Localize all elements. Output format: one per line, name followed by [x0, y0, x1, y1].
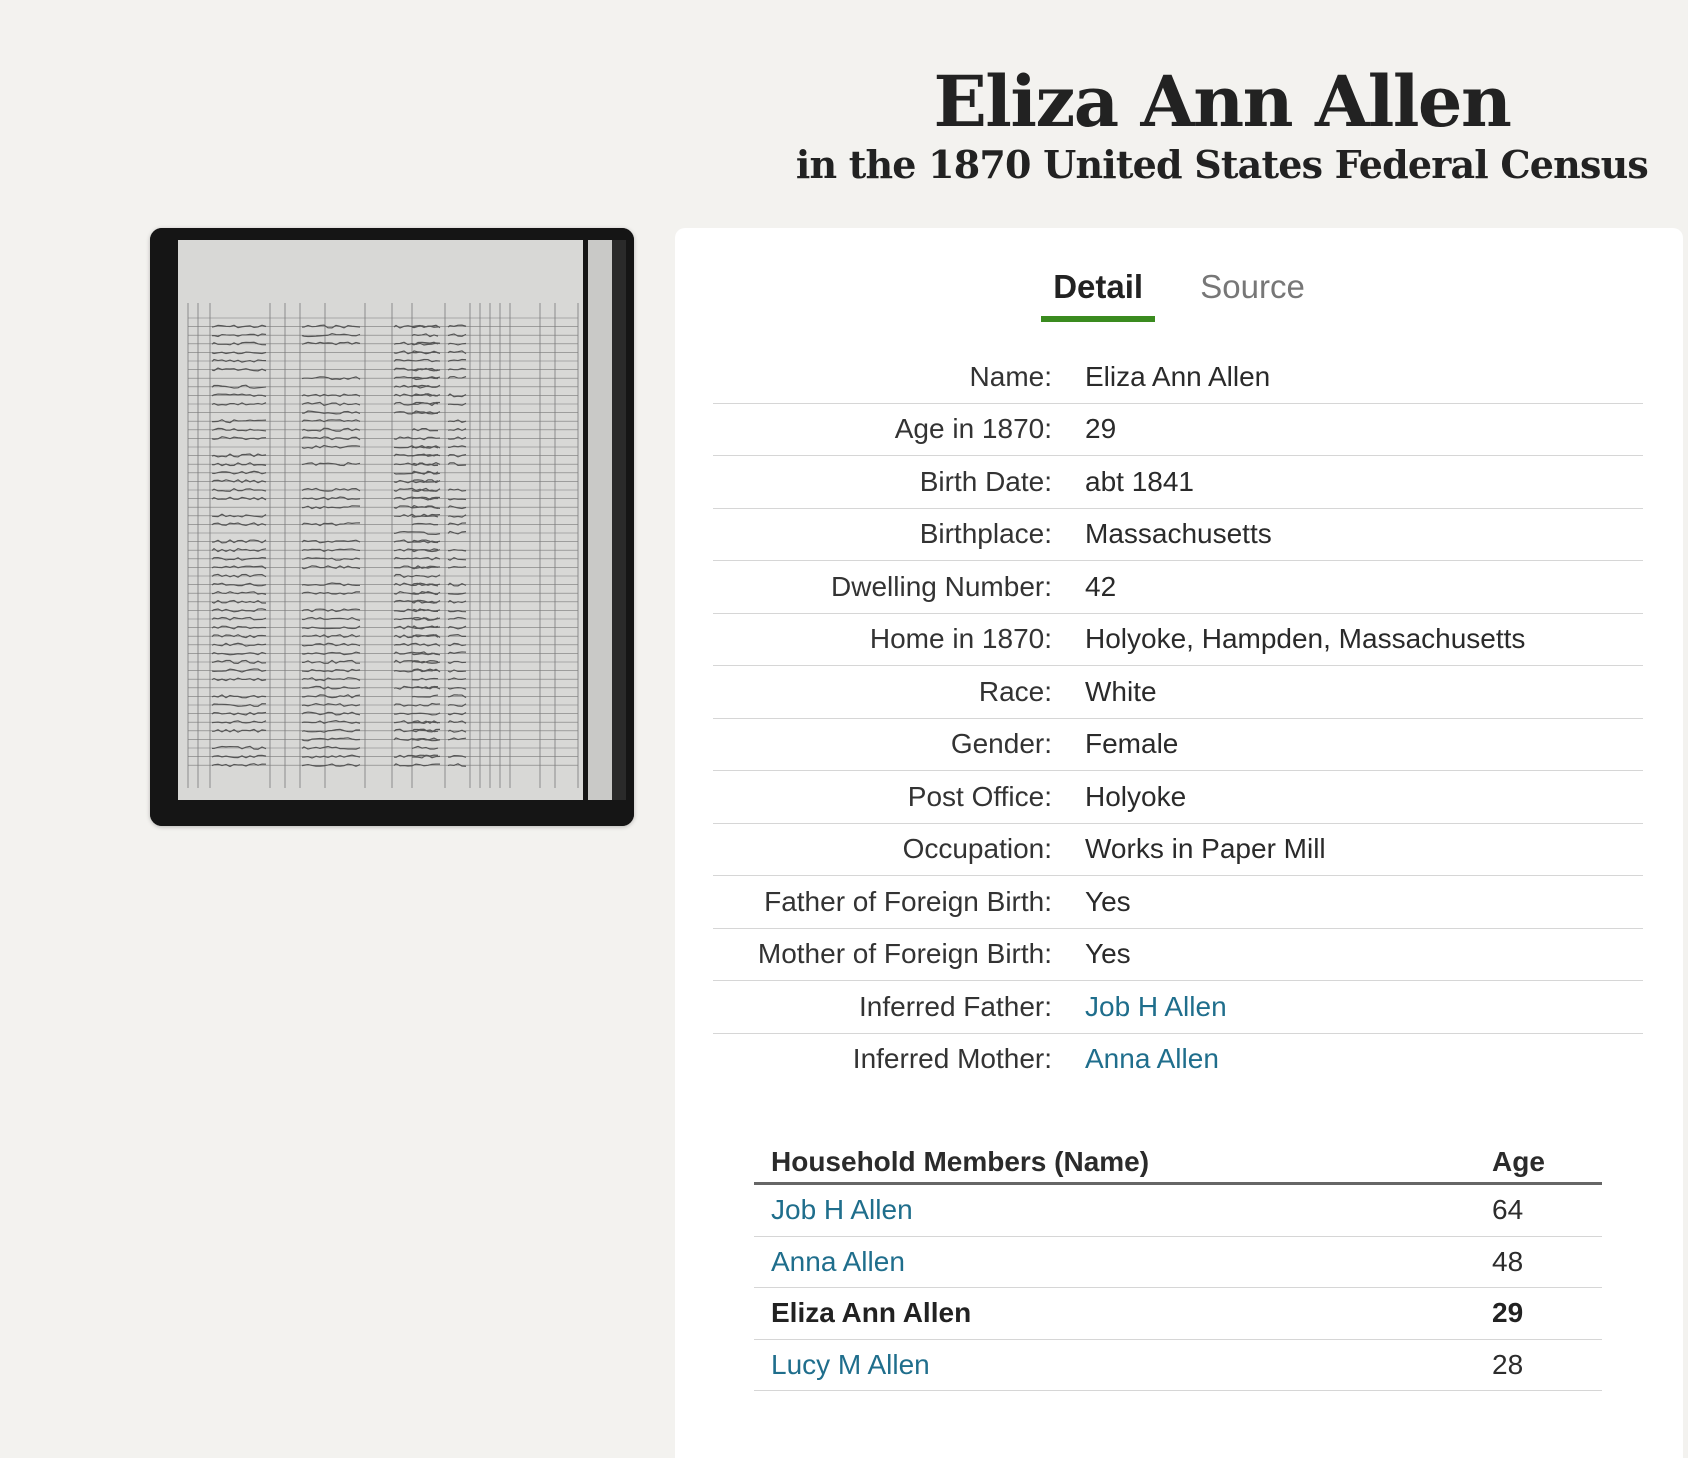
detail-value-cell: Anna Allen — [1085, 1033, 1643, 1085]
detail-value-cell: Job H Allen — [1085, 980, 1643, 1034]
household-row: Job H Allen 64 — [754, 1183, 1602, 1237]
detail-row: Home in 1870: Holyoke, Hampden, Massachus… — [713, 613, 1643, 666]
detail-row: Birthplace: Massachusetts — [713, 508, 1643, 561]
record-detail-panel: Detail Source Name: Eliza Ann Allen Age in… — [675, 228, 1683, 1458]
household-row: Anna Allen 48 — [754, 1236, 1602, 1288]
detail-label: Inferred Father: — [713, 980, 1085, 1034]
detail-row: Dwelling Number: 42 — [713, 560, 1643, 614]
household-row: Lucy M Allen 28 — [754, 1339, 1602, 1391]
household-member-age: 64 — [1475, 1183, 1602, 1237]
detail-row: Race: White — [713, 665, 1643, 719]
tab-bar: Detail Source — [675, 268, 1683, 322]
household-member-age: 48 — [1475, 1236, 1602, 1288]
detail-value: Yes — [1085, 875, 1643, 929]
detail-table: Name: Eliza Ann Allen Age in 1870: 29 Birth … — [713, 351, 1643, 1085]
detail-value: abt 1841 — [1085, 455, 1643, 509]
detail-row: Gender: Female — [713, 718, 1643, 771]
tab-source[interactable]: Source — [1188, 268, 1317, 316]
detail-row: Father of Foreign Birth: Yes — [713, 875, 1643, 929]
household-members-table: Household Members (Name) Age Job H Allen… — [754, 1128, 1602, 1391]
household-member-link[interactable]: Anna Allen — [771, 1246, 905, 1277]
detail-row: Name: Eliza Ann Allen — [713, 351, 1643, 404]
detail-label: Father of Foreign Birth: — [713, 875, 1085, 929]
household-age-header: Age — [1475, 1128, 1602, 1185]
household-member-link[interactable]: Job H Allen — [771, 1194, 913, 1225]
household-member-cell: Job H Allen — [754, 1183, 1475, 1237]
detail-label: Inferred Mother: — [852, 1043, 1052, 1075]
detail-row: Age in 1870: 29 — [713, 403, 1643, 456]
page-header: Eliza Ann Allen in the 1870 United State… — [795, 60, 1649, 190]
detail-label: Home in 1870: — [713, 613, 1085, 666]
detail-label: Race: — [713, 665, 1085, 719]
tab-detail[interactable]: Detail — [1041, 268, 1156, 322]
detail-row: Birth Date: abt 1841 — [713, 455, 1643, 509]
household-member-cell: Anna Allen — [754, 1236, 1475, 1288]
household-member-link[interactable]: Lucy M Allen — [771, 1349, 930, 1380]
inferred-parent-link[interactable]: Anna Allen — [1085, 1043, 1219, 1074]
household-member-age: 29 — [1475, 1287, 1602, 1340]
detail-row: Mother of Foreign Birth: Yes — [713, 928, 1643, 981]
household-member-age: 28 — [1475, 1339, 1602, 1391]
detail-value: Holyoke, Hampden, Massachusetts — [1085, 613, 1643, 666]
detail-value: Yes — [1085, 928, 1643, 981]
detail-value: Works in Paper Mill — [1085, 823, 1643, 876]
household-member-name: Eliza Ann Allen — [754, 1287, 1475, 1340]
census-record-thumbnail[interactable] — [150, 228, 634, 826]
detail-label: Age in 1870: — [713, 403, 1085, 456]
household-name-header: Household Members (Name) — [754, 1128, 1475, 1185]
detail-label: Birthplace: — [713, 508, 1085, 561]
household-header-row: Household Members (Name) Age — [754, 1128, 1602, 1185]
detail-label: Dwelling Number: — [713, 560, 1085, 614]
detail-value: Massachusetts — [1085, 508, 1643, 561]
detail-value: 29 — [1085, 403, 1643, 456]
detail-row: Post Office: Holyoke — [713, 770, 1643, 824]
page-subtitle: in the 1870 United States Federal Census — [795, 142, 1649, 187]
detail-value: Holyoke — [1085, 770, 1643, 824]
inferred-parent-link[interactable]: Job H Allen — [1085, 991, 1227, 1022]
page-title: Eliza Ann Allen — [933, 60, 1511, 143]
detail-value: White — [1085, 665, 1643, 719]
detail-label: Mother of Foreign Birth: — [713, 928, 1085, 981]
detail-label: Post Office: — [713, 770, 1085, 824]
detail-row: Inferred Father: Job H Allen — [713, 980, 1643, 1034]
detail-label: Birth Date: — [713, 455, 1085, 509]
detail-value: Female — [1085, 718, 1643, 771]
detail-label: Gender: — [713, 718, 1085, 771]
household-row: Eliza Ann Allen 29 — [754, 1287, 1602, 1340]
household-member-cell: Lucy M Allen — [754, 1339, 1475, 1391]
detail-value: Eliza Ann Allen — [1085, 351, 1643, 404]
detail-row: Occupation: Works in Paper Mill — [713, 823, 1643, 876]
detail-value: 42 — [1085, 560, 1643, 614]
detail-label: Name: — [713, 351, 1085, 404]
detail-row: Inferred Mother: Anna Allen — [713, 1033, 1643, 1085]
detail-label: Occupation: — [713, 823, 1085, 876]
census-page-image — [150, 228, 634, 826]
